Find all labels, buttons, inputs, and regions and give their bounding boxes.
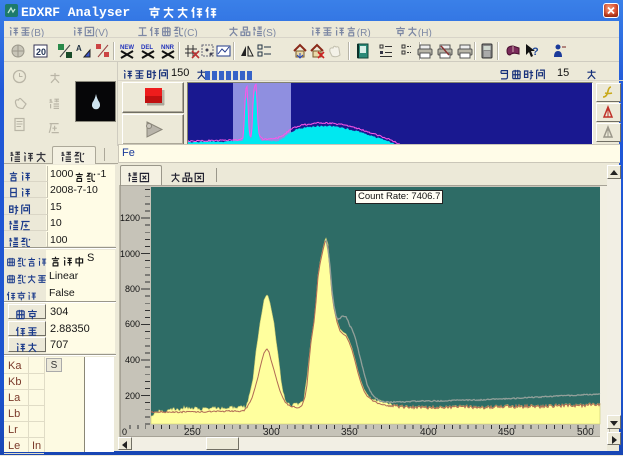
svg-text:400: 400 <box>125 355 140 365</box>
svg-text:?: ? <box>532 46 539 58</box>
svg-text:NEW: NEW <box>120 45 134 51</box>
svg-text:200: 200 <box>125 391 140 401</box>
svg-text:1000: 1000 <box>120 249 140 259</box>
svg-text:DEL: DEL <box>141 45 153 51</box>
svg-text:800: 800 <box>125 284 140 294</box>
svg-text:0: 0 <box>122 427 127 437</box>
svg-text:1200: 1200 <box>120 213 140 223</box>
svg-text:20: 20 <box>36 47 46 57</box>
svg-text:NNR: NNR <box>161 45 175 51</box>
svg-text:600: 600 <box>125 319 140 329</box>
svg-text:A: A <box>76 44 82 53</box>
